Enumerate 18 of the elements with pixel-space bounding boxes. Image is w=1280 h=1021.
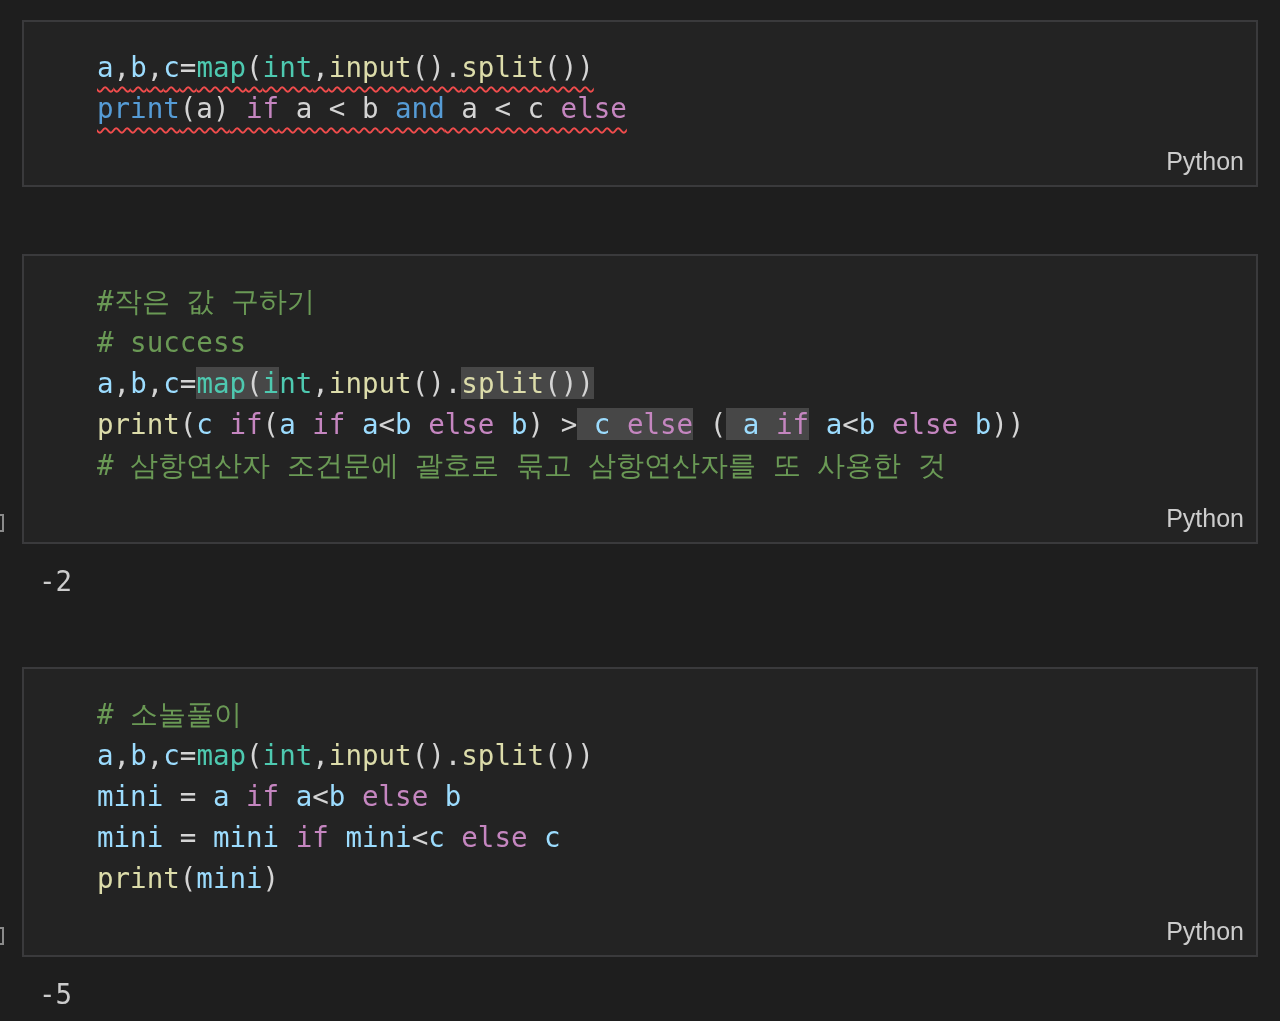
cell-output: -5 <box>39 977 73 1012</box>
code-line: mini = a if a<b else b <box>97 779 462 814</box>
code-line: #작은 값 구하기 <box>97 284 315 319</box>
code-line: # 삼항연산자 조건문에 괄호로 묶고 삼항연산자를 또 사용한 것 <box>97 448 946 483</box>
language-label[interactable]: Python <box>1166 143 1244 179</box>
code-line: # success <box>97 325 246 360</box>
code-line: mini = mini if mini<c else c <box>97 820 561 855</box>
code-line: print(mini) <box>97 861 280 896</box>
code-line: print(c if(a if a<b else b) > c else ( a if a<b else b)) <box>97 407 1025 442</box>
language-label[interactable]: Python <box>1166 500 1244 536</box>
code-line: # 소놀풀이 <box>97 697 243 732</box>
code-cell[interactable]: a,b,c=map(int,input().split()) print(a) if a < b and a < c else Python <box>22 20 1258 187</box>
code-line: a,b,c=map(int,input().split()) <box>97 50 594 85</box>
code-line: a,b,c=map(int,input().split()) <box>97 738 594 773</box>
code-line: a,b,c=map(int,input().split()) <box>97 366 594 401</box>
language-label[interactable]: Python <box>1166 913 1244 949</box>
code-line: print(a) if a < b and a < c else <box>97 91 627 126</box>
cell-output: -2 <box>39 564 73 599</box>
